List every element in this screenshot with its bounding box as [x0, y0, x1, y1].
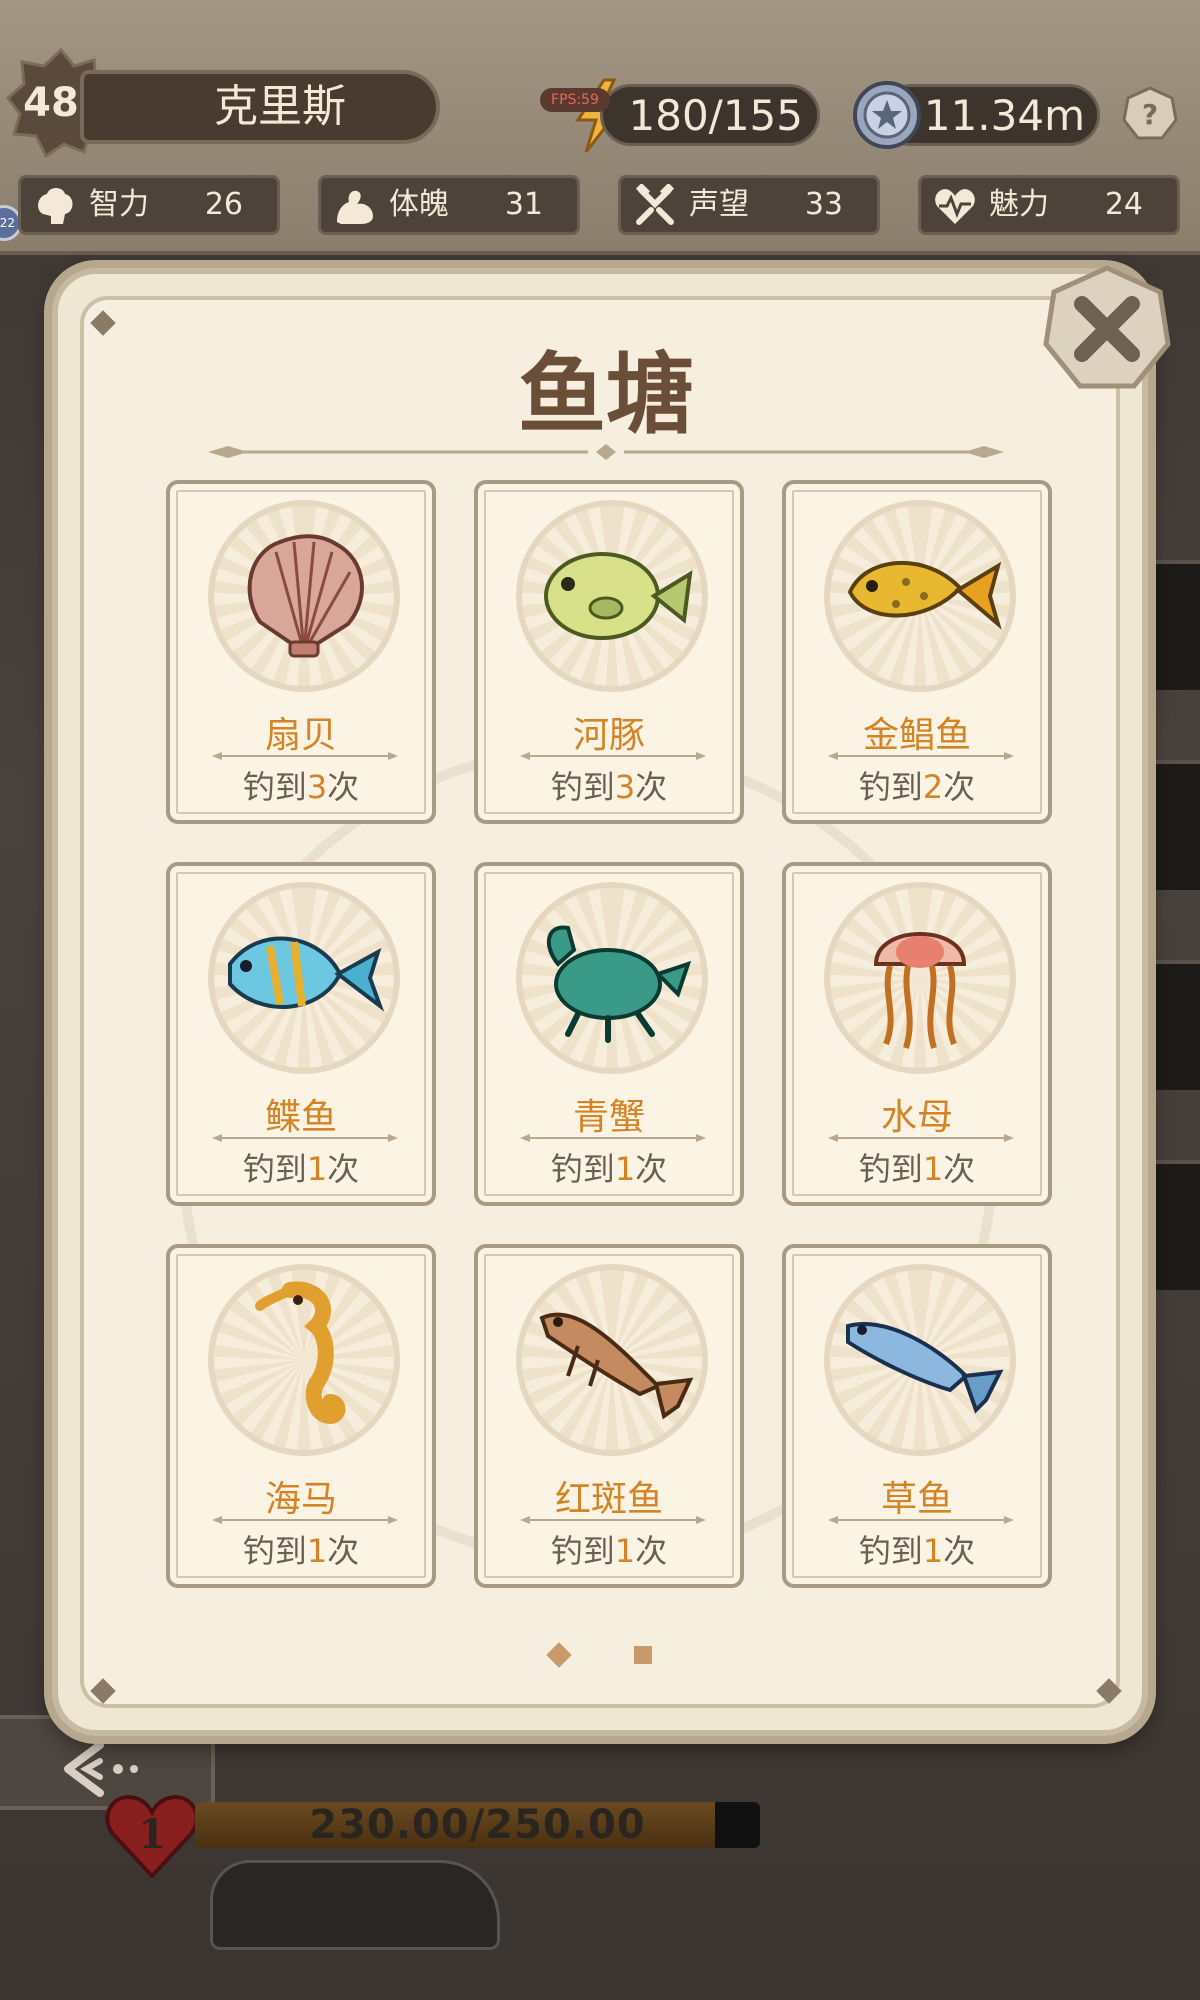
- catch-count: 钓到1次: [858, 1532, 976, 1570]
- fish-pond-dialog: 鱼塘 扇贝 钓到3次 河豚 钓到3次 金鲳鱼 钓到2次 鲽鱼 钓到1次 青蟹 钓…: [52, 265, 1171, 1736]
- background-panel: [1145, 960, 1200, 1090]
- background-panel: [1145, 760, 1200, 890]
- fish-card[interactable]: 鲽鱼 钓到1次: [166, 862, 436, 1206]
- catch-count: 钓到1次: [550, 1532, 668, 1570]
- card-divider: [828, 1516, 1014, 1524]
- fish-grid: 扇贝 钓到3次 河豚 钓到3次 金鲳鱼 钓到2次 鲽鱼 钓到1次 青蟹 钓到1次…: [166, 480, 1056, 1588]
- brain-icon: [38, 188, 73, 224]
- fish-card[interactable]: 青蟹 钓到1次: [474, 862, 744, 1206]
- fish-medallion: [824, 500, 1016, 692]
- jellyfish-icon: [873, 932, 967, 1049]
- page-dot-active[interactable]: [546, 1642, 572, 1668]
- golden-pompano-icon: [847, 560, 1002, 630]
- fish-medallion: [824, 882, 1016, 1074]
- silver-coin-icon: [853, 81, 921, 149]
- fish-card[interactable]: 红斑鱼 钓到1次: [474, 1244, 744, 1588]
- fish-medallion: [516, 1264, 708, 1456]
- heartbeat-icon: [935, 189, 975, 224]
- card-divider: [828, 1134, 1014, 1142]
- top-status-bar: 22 48 岁 克里斯 180/155 FPS:59 11.34m ? 智力 2…: [0, 0, 1200, 255]
- card-divider: [212, 752, 398, 760]
- dialog-title: 鱼塘: [517, 342, 694, 446]
- fish-card[interactable]: 金鲳鱼 钓到2次: [782, 480, 1052, 824]
- fish-card[interactable]: 草鱼 钓到1次: [782, 1244, 1052, 1588]
- seahorse-icon: [255, 1281, 346, 1425]
- catch-count: 钓到1次: [858, 1150, 976, 1188]
- fish-medallion: [516, 882, 708, 1074]
- stat-physique: 体魄 31: [318, 175, 580, 235]
- background-panel: [1145, 1160, 1200, 1290]
- scallop-icon: [247, 534, 364, 658]
- stat-value: 26: [204, 187, 243, 222]
- pufferfish-icon: [544, 552, 693, 640]
- card-divider: [212, 1516, 398, 1524]
- stat-label: 体魄: [389, 187, 449, 222]
- crab-icon: [547, 925, 692, 1043]
- close-button[interactable]: [1042, 264, 1172, 394]
- crossed-hammers-icon: [635, 184, 675, 225]
- fish-medallion: [208, 500, 400, 692]
- stat-label: 声望: [689, 187, 749, 222]
- health-text: 230.00/250.00: [309, 1802, 646, 1848]
- fish-card[interactable]: 河豚 钓到3次: [474, 480, 744, 824]
- card-divider: [520, 1134, 706, 1142]
- catch-count: 钓到1次: [242, 1150, 360, 1188]
- card-divider: [520, 1516, 706, 1524]
- stat-charm: 魅力 24: [918, 175, 1180, 235]
- card-divider: [212, 1134, 398, 1142]
- catfish-icon: [539, 1312, 694, 1420]
- background-panel: [1145, 560, 1200, 690]
- heart-level-icon: 1: [105, 1795, 199, 1879]
- fish-card[interactable]: 扇贝 钓到3次: [166, 480, 436, 824]
- title-divider: [208, 444, 1004, 460]
- character-boot: [210, 1860, 500, 1950]
- age-value: 48: [23, 80, 79, 126]
- angelfish-icon: [228, 936, 385, 1012]
- svg-text:?: ?: [1142, 98, 1158, 131]
- stat-label: 智力: [89, 187, 149, 222]
- fish-medallion: [516, 500, 708, 692]
- fish-medallion: [208, 882, 400, 1074]
- catch-count: 钓到3次: [242, 768, 360, 806]
- catch-count: 钓到1次: [242, 1532, 360, 1570]
- page-dot[interactable]: [634, 1646, 652, 1664]
- muscle-icon: [337, 190, 373, 224]
- health-bar: 230.00/250.00: [195, 1802, 760, 1848]
- stat-value: 31: [504, 187, 543, 222]
- card-divider: [828, 752, 1014, 760]
- stat-reputation: 声望 33: [618, 175, 880, 235]
- stat-value: 33: [804, 187, 843, 222]
- stat-value: 24: [1104, 187, 1143, 222]
- catch-count: 钓到3次: [550, 768, 668, 806]
- card-divider: [520, 752, 706, 760]
- fps-counter: FPS:59: [540, 88, 610, 112]
- page-indicator: [58, 1634, 1154, 1674]
- player-name: 克里斯: [80, 70, 440, 144]
- fish-medallion: [208, 1264, 400, 1456]
- health-bar-group: 1 230.00/250.00: [105, 1790, 760, 1879]
- stat-intelligence: 智力 26: [18, 175, 280, 235]
- catch-count: 钓到1次: [550, 1150, 668, 1188]
- energy-counter: 180/155: [600, 84, 820, 146]
- help-icon[interactable]: ?: [1122, 86, 1178, 142]
- fish-medallion: [824, 1264, 1016, 1456]
- health-level: 1: [138, 1811, 166, 1858]
- catch-count: 钓到2次: [858, 768, 976, 806]
- grass-carp-icon: [846, 1322, 1004, 1414]
- fish-card[interactable]: 海马 钓到1次: [166, 1244, 436, 1588]
- fish-card[interactable]: 水母 钓到1次: [782, 862, 1052, 1206]
- stat-label: 魅力: [989, 187, 1049, 222]
